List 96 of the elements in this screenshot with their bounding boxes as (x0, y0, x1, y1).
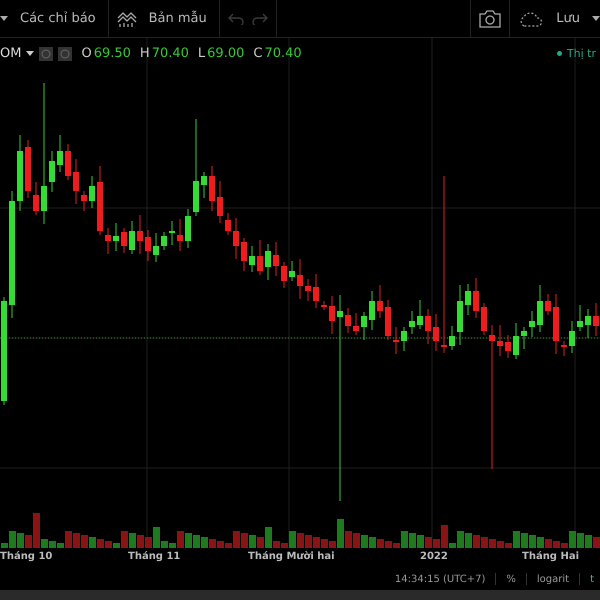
candle (153, 232, 159, 262)
candle (297, 258, 303, 300)
candle (553, 294, 559, 354)
candle (585, 308, 591, 338)
candle (345, 308, 351, 334)
camera-icon[interactable] (479, 10, 502, 28)
candle (545, 294, 551, 316)
candle (481, 302, 487, 336)
candle (177, 218, 183, 252)
candle (225, 212, 231, 236)
candle (89, 176, 95, 208)
ohlc-value: 70.40 (264, 46, 302, 61)
candle (353, 312, 359, 336)
caret-icon[interactable] (592, 16, 600, 22)
time-axis-label: Tháng 11 (128, 551, 180, 562)
caret-icon[interactable] (26, 50, 34, 56)
caret-icon[interactable] (0, 16, 8, 22)
candle (393, 326, 399, 354)
time-axis-label: 2022 (420, 551, 448, 562)
candle (433, 314, 439, 352)
candle (249, 246, 255, 272)
candle (417, 300, 423, 330)
candle (305, 278, 311, 302)
clock-time: 14:34:15 (UTC+7) (394, 574, 486, 584)
candle (161, 232, 167, 250)
candle (569, 320, 575, 354)
candle (265, 244, 271, 280)
candle (137, 214, 143, 254)
candle (81, 190, 87, 212)
ohlc-key: C (253, 46, 262, 61)
ohlc-value: 69.00 (207, 46, 244, 61)
candle (321, 300, 327, 310)
templates-button[interactable]: Bản mẫu (144, 11, 211, 26)
candle (449, 326, 455, 350)
candle (457, 284, 463, 346)
time-axis-label: Tháng Mười hai (248, 551, 335, 562)
candle (105, 228, 111, 254)
auto-scale-toggle[interactable]: t (590, 574, 594, 584)
candle (169, 220, 175, 246)
ohlc-key: H (140, 46, 150, 61)
candle (289, 260, 295, 282)
candle (233, 218, 239, 260)
candle (217, 180, 223, 224)
candle (65, 144, 71, 180)
market-status: Thị tr (566, 47, 596, 60)
candle (73, 158, 79, 204)
candle (329, 296, 335, 334)
ohlc-value: 69.50 (94, 46, 131, 61)
candle (129, 220, 135, 254)
candle (561, 340, 567, 356)
candle (97, 166, 103, 236)
candle (185, 208, 191, 248)
candle (465, 284, 471, 316)
candle (521, 326, 527, 350)
candle (241, 238, 247, 272)
candle (257, 240, 263, 276)
candle (113, 222, 119, 252)
candle (401, 326, 407, 352)
candle (361, 312, 367, 340)
candle (425, 308, 431, 344)
candle (369, 290, 375, 330)
symbol-label[interactable]: OM (0, 46, 22, 61)
candle (57, 134, 63, 172)
candle (377, 284, 383, 318)
candle (593, 302, 599, 336)
candle (281, 262, 287, 288)
candle (385, 300, 391, 340)
time-axis-label: Tháng Hai (522, 551, 579, 562)
log-scale-toggle[interactable]: logarit (536, 574, 570, 584)
candle (409, 310, 415, 334)
save-button[interactable]: Lưu (552, 11, 584, 26)
candle (313, 274, 319, 308)
candle (121, 228, 127, 254)
ohlc-value: 70.40 (152, 46, 189, 61)
candle (145, 230, 151, 262)
candle (25, 140, 31, 198)
candle (505, 334, 511, 358)
candle (513, 322, 519, 360)
candle (201, 172, 207, 198)
time-axis-label: Tháng 10 (0, 551, 52, 562)
ohlc-key: O (81, 46, 92, 61)
status-dot-icon (556, 51, 562, 56)
percent-toggle[interactable]: % (506, 574, 516, 584)
candle (473, 278, 479, 318)
ohlc-key: L (198, 46, 206, 61)
chart-lines-icon[interactable] (116, 10, 137, 28)
candle (497, 324, 503, 356)
indicators-button[interactable]: Các chỉ báo (16, 11, 100, 26)
candle (33, 182, 39, 216)
candle (577, 304, 583, 332)
candle (273, 242, 279, 276)
candle (49, 150, 55, 192)
cloud-icon[interactable] (518, 10, 544, 26)
candle (529, 310, 535, 338)
candle (537, 284, 543, 332)
candle (209, 166, 215, 212)
